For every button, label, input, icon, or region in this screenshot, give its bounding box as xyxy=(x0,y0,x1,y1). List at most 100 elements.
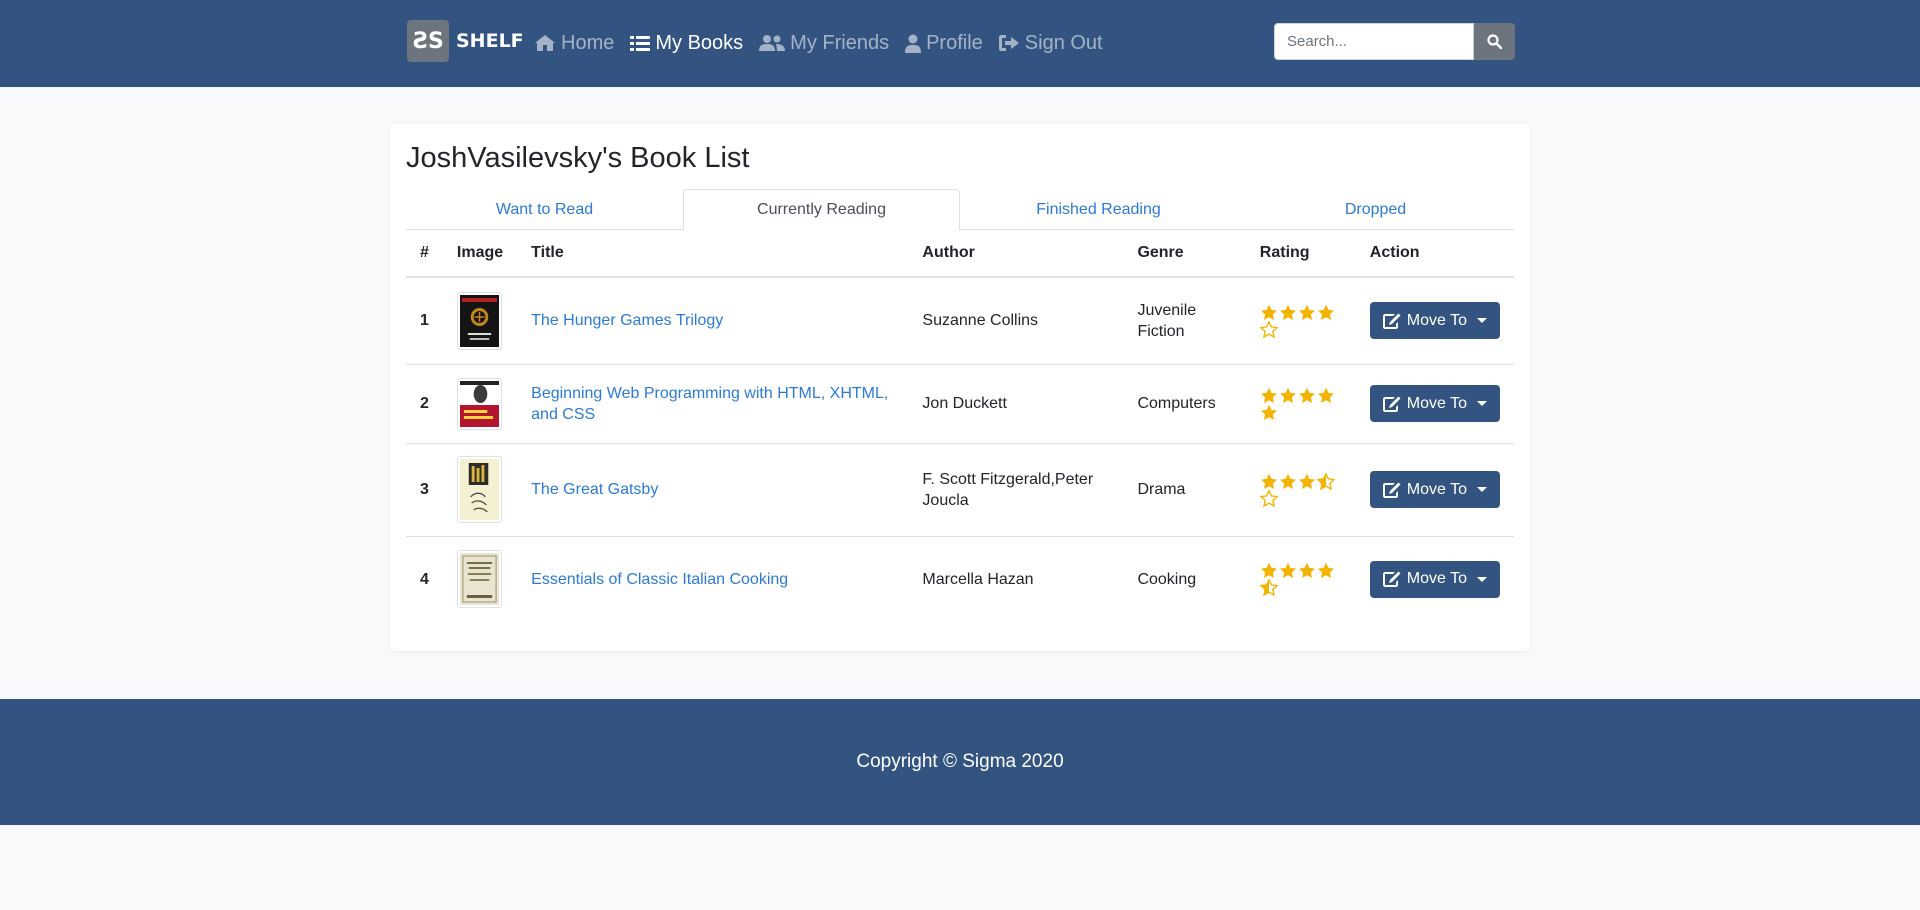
caret-down-icon xyxy=(1476,487,1487,492)
star-rating xyxy=(1260,387,1342,421)
star-full-icon xyxy=(1298,473,1315,489)
search-button[interactable] xyxy=(1474,23,1515,60)
star-half-icon xyxy=(1316,472,1335,490)
rating-cell xyxy=(1245,363,1356,443)
nav-item-label: My Friends xyxy=(790,31,890,54)
genre-cell: Computers xyxy=(1123,363,1246,443)
table-row: 2 Beginning Web Programming with HTML, X… xyxy=(406,363,1514,443)
book-cover-image[interactable] xyxy=(456,456,502,523)
edit-icon xyxy=(1382,396,1401,412)
book-title-link[interactable]: The Hunger Games Trilogy xyxy=(531,312,723,329)
book-cover-image[interactable] xyxy=(456,377,502,430)
rating-cell xyxy=(1245,535,1356,622)
caret-down-icon xyxy=(1476,318,1487,324)
book-cover-image[interactable] xyxy=(456,550,502,609)
star-full-icon xyxy=(1279,473,1296,489)
user-icon xyxy=(905,34,922,53)
table-row: 3 The Great Gatsby F. Scott Fitzgerald,P… xyxy=(406,442,1514,536)
move-to-label: Move To xyxy=(1406,394,1467,412)
nav-item-profile[interactable]: Profile xyxy=(905,32,983,55)
book-title-link[interactable]: The Great Gatsby xyxy=(531,481,658,498)
book-title-link[interactable]: Beginning Web Programming with HTML, XHT… xyxy=(531,385,888,423)
action-cell: Move To xyxy=(1355,535,1514,622)
star-rating xyxy=(1259,562,1342,597)
cover-cell xyxy=(442,442,518,536)
hunger-games-cover xyxy=(459,294,499,347)
cover-cell xyxy=(443,277,517,364)
caret-down-icon xyxy=(1476,401,1487,406)
action-cell: Move To xyxy=(1355,363,1514,443)
star-full-icon xyxy=(1317,304,1334,320)
great-gatsby-cover xyxy=(459,459,499,520)
action-cell: Move To xyxy=(1356,277,1514,364)
tab-currently-reading[interactable]: Currently Reading xyxy=(683,189,960,231)
star-full-icon xyxy=(1260,387,1277,403)
book-title-link[interactable]: Essentials of Classic Italian Cooking xyxy=(531,571,788,588)
nav-item-home[interactable]: Home xyxy=(534,32,614,55)
move-to-dropdown-button[interactable]: Move To xyxy=(1369,302,1500,340)
edit-icon xyxy=(1382,482,1401,498)
rating-cell xyxy=(1245,442,1356,536)
move-to-label: Move To xyxy=(1406,570,1467,588)
cover-cell xyxy=(442,363,518,443)
nav-item-sign-out[interactable]: Sign Out xyxy=(998,31,1103,55)
table-row: 4 Essentials of Classic Italian Cooking … xyxy=(406,535,1514,622)
star-full-icon xyxy=(1260,304,1277,320)
column-header-action: Action xyxy=(1355,230,1514,278)
nav-item-label: Profile xyxy=(926,31,983,54)
book-list-card: JoshVasilevsky's Book List Want to Read … xyxy=(390,124,1530,651)
column-header-genre: Genre xyxy=(1123,230,1246,278)
page-title: JoshVasilevsky's Book List xyxy=(406,142,750,174)
shelf-tabs: Want to Read Currently Reading Finished … xyxy=(406,189,1514,231)
move-to-label: Move To xyxy=(1406,480,1467,498)
column-header-image: Image xyxy=(442,230,518,278)
search-icon xyxy=(1487,34,1502,49)
book-table: # Image Title Author Genre Rating Action… xyxy=(406,230,1514,622)
sign-out-icon xyxy=(998,35,1019,51)
star-rating xyxy=(1259,472,1342,507)
genre-cell: Juvenile Fiction xyxy=(1137,301,1197,340)
row-number: 1 xyxy=(420,312,429,330)
brand-logo[interactable]: ƧS SHELF xyxy=(407,20,524,62)
tab-finished-reading[interactable]: Finished Reading xyxy=(960,189,1237,230)
edit-icon xyxy=(1382,313,1401,329)
star-full-icon xyxy=(1298,563,1315,579)
tab-dropped[interactable]: Dropped xyxy=(1237,189,1514,230)
title-cell: The Hunger Games Trilogy xyxy=(517,277,908,364)
author-cell: Jon Duckett xyxy=(908,363,1124,443)
star-empty-icon xyxy=(1259,320,1278,338)
star-half-icon xyxy=(1259,579,1278,597)
move-to-dropdown-button[interactable]: Move To xyxy=(1369,385,1500,422)
search-form xyxy=(1274,23,1515,60)
column-header-rating: Rating xyxy=(1245,230,1356,278)
search-input[interactable] xyxy=(1274,23,1474,60)
book-cover-image[interactable] xyxy=(456,291,502,350)
column-header-author: Author xyxy=(908,230,1124,278)
nav-item-my-friends[interactable]: My Friends xyxy=(759,32,889,55)
nav-item-my-books[interactable]: My Books xyxy=(630,32,743,55)
users-icon xyxy=(759,35,786,51)
main-nav: Home My Books My Friends Profile Sign Ou… xyxy=(534,24,1119,62)
caret-down-icon xyxy=(1476,576,1487,582)
move-to-dropdown-button[interactable]: Move To xyxy=(1369,560,1500,598)
list-icon xyxy=(630,35,651,51)
tab-want-to-read[interactable]: Want to Read xyxy=(406,189,683,230)
move-to-dropdown-button[interactable]: Move To xyxy=(1369,471,1500,508)
star-rating xyxy=(1259,304,1342,338)
table-row: 1 The Hunger Games Trilogy Suzanne Colli… xyxy=(406,277,1514,364)
author-cell: F. Scott Fitzgerald,Peter Joucla xyxy=(908,442,1124,536)
star-full-icon xyxy=(1279,304,1296,320)
column-header-number: # xyxy=(406,230,443,278)
nav-item-label: Home xyxy=(561,31,615,54)
star-full-icon xyxy=(1317,387,1334,403)
footer: Copyright © Sigma 2020 xyxy=(0,699,1920,825)
navbar: ƧS SHELF Home My Books My Friends Profil… xyxy=(0,0,1920,87)
star-full-icon xyxy=(1279,387,1296,403)
italian-cooking-cover xyxy=(459,553,499,606)
star-full-icon xyxy=(1298,304,1315,320)
row-number: 4 xyxy=(406,535,443,622)
edit-icon xyxy=(1382,571,1401,588)
star-empty-icon xyxy=(1259,489,1278,507)
row-number: 3 xyxy=(406,442,443,536)
nav-item-label: Sign Out xyxy=(1024,31,1103,54)
